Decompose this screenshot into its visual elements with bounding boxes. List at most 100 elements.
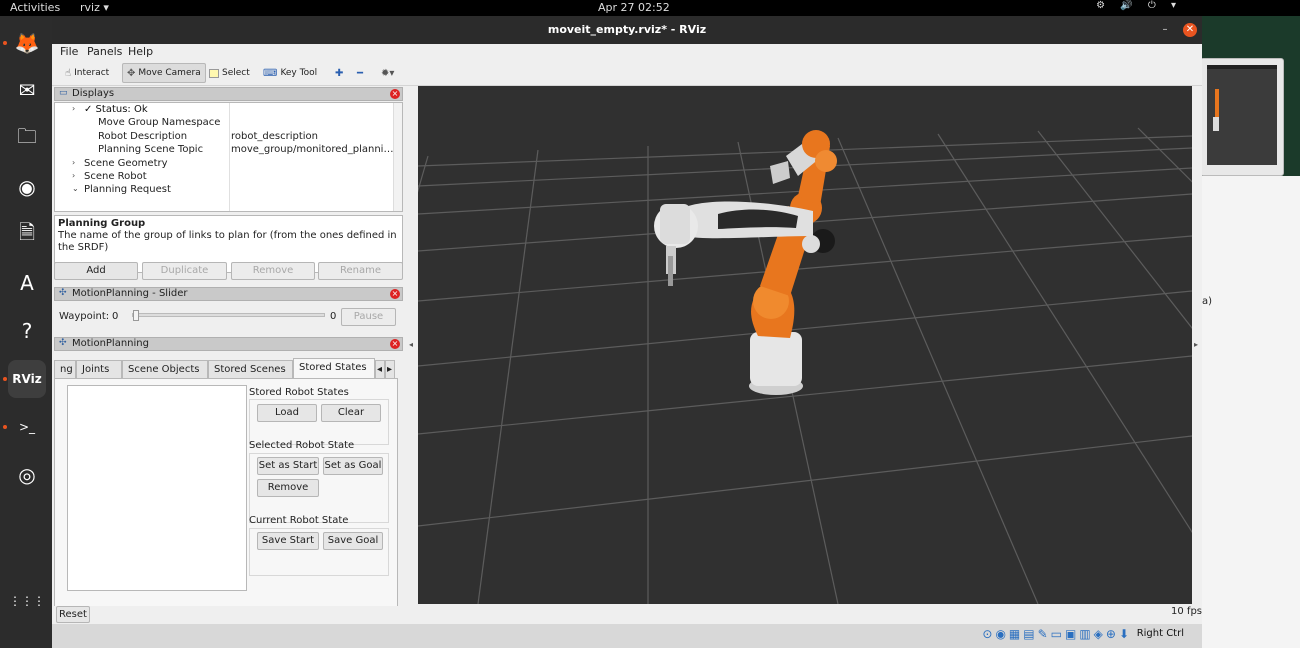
expand-arrow-icon[interactable]: › — [72, 158, 75, 167]
displays-panel-header[interactable]: ▭ Displays × — [54, 87, 403, 101]
tree-row[interactable]: › Scene Robot — [55, 171, 395, 184]
select-tool[interactable]: Select — [204, 63, 255, 83]
expand-arrow-icon[interactable]: › — [72, 171, 75, 180]
tab-planning[interactable]: ng — [54, 360, 76, 378]
tree-row-key: Scene Robot — [84, 171, 147, 182]
close-button[interactable]: ✕ — [1183, 23, 1197, 37]
rviz-icon[interactable]: RViz — [8, 360, 46, 398]
displays-close-icon[interactable]: × — [390, 89, 400, 99]
interact-tool[interactable]: ☝ Interact — [60, 63, 114, 83]
tree-row[interactable]: Robot Description robot_description — [55, 131, 395, 144]
camera-move-icon: ✥ — [127, 67, 136, 79]
select-icon — [209, 68, 219, 78]
pause-button[interactable]: Pause — [341, 308, 396, 326]
tool-options-button[interactable]: ✹▾ — [376, 63, 399, 83]
slider-handle[interactable] — [133, 310, 139, 321]
set-as-goal-button[interactable]: Set as Goal — [323, 457, 383, 475]
running-indicator — [3, 425, 7, 429]
tab-stored-scenes[interactable]: Stored Scenes — [208, 360, 293, 378]
rhythmbox-icon[interactable]: ◉ — [8, 168, 46, 206]
remove-tool-button[interactable]: ━ — [352, 63, 368, 83]
tree-row[interactable]: Planning Scene Topic move_group/monitored… — [55, 144, 395, 157]
software-icon[interactable]: A — [8, 264, 46, 302]
dock: 🦊 ✉ 🗀 ◉ 🗎 A? RViz >_ ◎ ⋮⋮⋮ — [0, 16, 52, 648]
waypoint-slider[interactable] — [132, 310, 325, 321]
gnome-top-bar: Activities rviz ▾ Apr 27 02:52 ⚙ 🔊 ⏻ ▾ — [0, 0, 1300, 16]
toolbar: ☝ Interact ✥ Move Camera Select ⌨ Key To… — [52, 60, 1202, 86]
tab-scene-objects[interactable]: Scene Objects — [122, 360, 208, 378]
firefox-icon[interactable]: 🦊 — [8, 24, 46, 62]
dvd-icon[interactable]: ◎ — [8, 456, 46, 494]
tree-row-key: Scene Geometry — [84, 157, 168, 169]
host-key-label: Right Ctrl — [1136, 628, 1184, 639]
waypoint-label: Waypoint: — [59, 311, 110, 322]
chevron-right-icon: ▸ — [387, 364, 393, 375]
key-tool[interactable]: ⌨ Key Tool — [258, 63, 322, 83]
stored-states-pane: Stored Robot States Load Clear Selected … — [54, 378, 398, 616]
stored-states-list[interactable] — [67, 385, 247, 591]
move-camera-tool[interactable]: ✥ Move Camera — [122, 63, 206, 83]
tab-joints[interactable]: Joints — [76, 360, 122, 378]
running-indicator — [3, 41, 7, 45]
running-indicator — [3, 377, 7, 381]
terminal-icon[interactable]: >_ — [8, 408, 46, 446]
slider-close-icon[interactable]: × — [390, 289, 400, 299]
displays-title: Displays — [72, 88, 115, 99]
hand-icon: ☝ — [65, 67, 72, 79]
remove-state-button[interactable]: Remove — [257, 479, 319, 497]
save-goal-button[interactable]: Save Goal — [323, 532, 383, 550]
motion-planning-header[interactable]: ✣ MotionPlanning × — [54, 337, 403, 351]
slider-panel-header[interactable]: ✣ MotionPlanning - Slider × — [54, 287, 403, 301]
window-titlebar[interactable]: moveit_empty.rviz* - RViz – ✕ — [52, 16, 1202, 44]
thumbnail-robot — [1213, 89, 1219, 131]
add-display-button[interactable]: Add — [54, 262, 138, 280]
minimize-button[interactable]: – — [1158, 23, 1172, 37]
add-tool-button[interactable]: ✚ — [330, 63, 348, 83]
reset-button[interactable]: Reset — [56, 606, 90, 623]
tree-row[interactable]: ⌄ Planning Request — [55, 184, 395, 197]
waypoint-min: 0 — [112, 311, 119, 322]
right-dock-collapse[interactable]: ▸ — [1192, 86, 1202, 604]
expand-arrow-icon[interactable]: › — [72, 104, 75, 113]
plus-icon: ✚ — [335, 67, 344, 79]
writer-icon[interactable]: 🗎 — [8, 216, 46, 254]
tree-row-key: Planning Request — [84, 184, 171, 196]
menu-help[interactable]: Help — [128, 45, 153, 58]
gear-icon: ✹▾ — [381, 67, 395, 79]
motion-planning-close-icon[interactable]: × — [390, 339, 400, 349]
remove-display-button[interactable]: Remove — [231, 262, 315, 280]
tab-stored-states[interactable]: Stored States — [293, 358, 375, 378]
set-as-start-button[interactable]: Set as Start — [257, 457, 319, 475]
host-device-icons[interactable]: ⊙◉▦▤✎▭▣▥◈⊕⬇ — [982, 627, 1132, 641]
duplicate-display-button[interactable]: Duplicate — [142, 262, 227, 280]
description-text: The name of the group of links to plan f… — [58, 230, 397, 253]
background-window-thumbnail[interactable] — [1200, 58, 1284, 176]
tree-row-value[interactable]: move_group/monitored_planni… — [231, 144, 393, 155]
app-grid-icon[interactable]: ⋮⋮⋮ — [8, 582, 46, 620]
activities-button[interactable]: Activities — [10, 1, 60, 14]
tree-row[interactable]: Move Group Namespace — [55, 117, 395, 130]
tab-scroll-right[interactable]: ▸ — [385, 360, 395, 378]
thunderbird-icon[interactable]: ✉ — [8, 71, 46, 109]
rename-display-button[interactable]: Rename — [318, 262, 403, 280]
system-tray[interactable]: ⚙ 🔊 ⏻ ▾ — [1096, 0, 1182, 11]
tab-scroll-left[interactable]: ◂ — [375, 360, 385, 378]
displays-tree[interactable]: › ✓ Status: Ok Move Group Namespace Robot D… — [54, 102, 403, 212]
plugin-icon: ✣ — [59, 288, 67, 298]
tree-row[interactable]: › Scene Geometry — [55, 158, 395, 171]
menu-file[interactable]: File — [60, 45, 78, 58]
save-start-button[interactable]: Save Start — [257, 532, 319, 550]
menu-panels[interactable]: Panels — [87, 45, 122, 58]
files-icon[interactable]: 🗀 — [8, 120, 46, 158]
help-icon[interactable]: ? — [8, 312, 46, 350]
clear-button[interactable]: Clear — [321, 404, 381, 422]
menu-bar: File Panels Help — [52, 44, 1202, 60]
clock[interactable]: Apr 27 02:52 — [598, 1, 670, 14]
3d-viewport[interactable] — [418, 86, 1192, 604]
left-dock-collapse[interactable]: ◂ — [407, 86, 418, 604]
expand-arrow-icon[interactable]: ⌄ — [72, 184, 79, 193]
load-button[interactable]: Load — [257, 404, 317, 422]
tree-row-value[interactable]: robot_description — [231, 131, 318, 142]
tree-row[interactable]: › ✓ Status: Ok — [55, 104, 395, 117]
app-menu[interactable]: rviz ▾ — [80, 1, 109, 14]
